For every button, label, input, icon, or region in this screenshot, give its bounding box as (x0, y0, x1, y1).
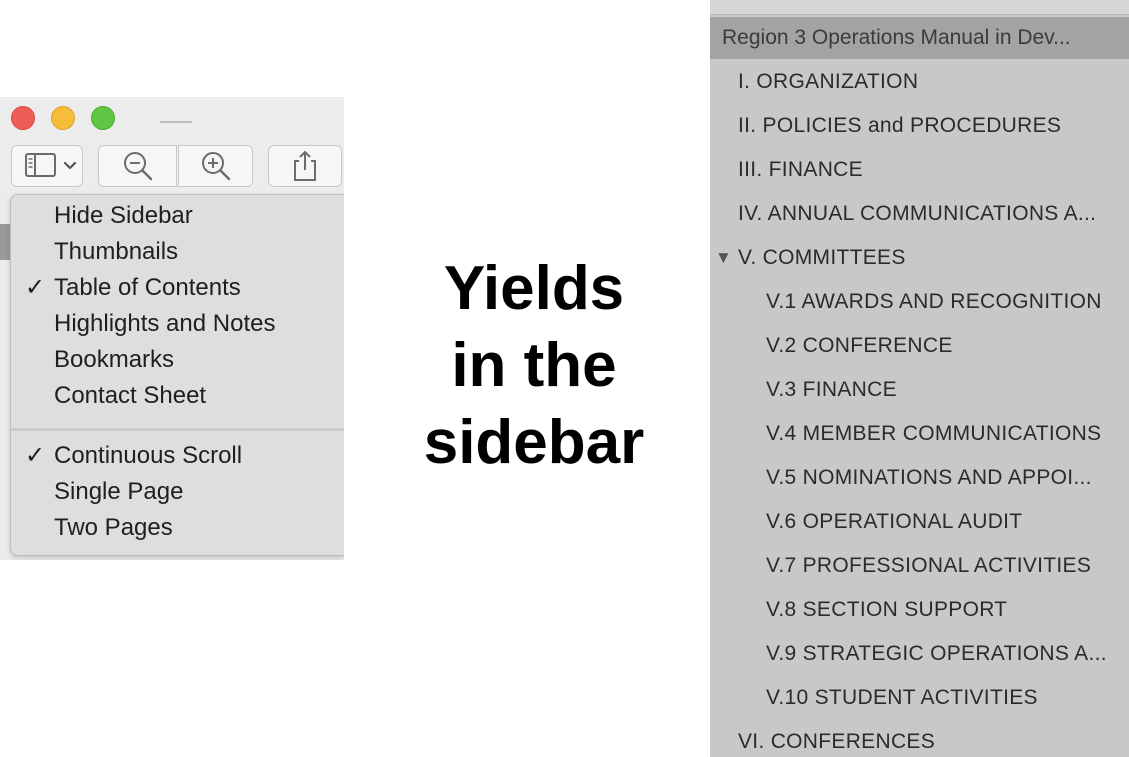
toc-item-finance[interactable]: III. FINANCE (710, 148, 1129, 192)
toc-item-strategic-operations[interactable]: V.9 STRATEGIC OPERATIONS A... (710, 632, 1129, 676)
menu-item-bookmarks[interactable]: Bookmarks (11, 342, 344, 378)
menu-item-single-page[interactable]: Single Page (11, 474, 344, 510)
caption-line: Yields (443, 254, 625, 323)
close-window-button[interactable] (11, 106, 35, 130)
toc-sidebar: Region 3 Operations Manual in Dev... I. … (710, 0, 1129, 757)
sidebar-top-edge (710, 0, 1129, 15)
caption-line: in the (451, 331, 617, 400)
toc-item-policies[interactable]: II. POLICIES and PROCEDURES (710, 104, 1129, 148)
toc-document-title[interactable]: Region 3 Operations Manual in Dev... (710, 17, 1129, 59)
menu-item-highlights-and-notes[interactable]: Highlights and Notes (11, 306, 344, 342)
menu-item-hide-sidebar[interactable]: Hide Sidebar (11, 198, 344, 234)
disclosure-triangle-icon[interactable]: ▼ (715, 236, 732, 280)
menu-separator (11, 428, 344, 431)
toc-item-nominations[interactable]: V.5 NOMINATIONS AND APPOI... (710, 456, 1129, 500)
toc-item-awards[interactable]: V.1 AWARDS AND RECOGNITION (710, 280, 1129, 324)
menu-item-two-pages[interactable]: Two Pages (11, 510, 344, 546)
sidebar-menu-button[interactable] (11, 145, 83, 187)
zoom-in-icon (199, 149, 233, 183)
chevron-down-icon (62, 160, 78, 172)
preview-window: Hide Sidebar Thumbnails ✓ Table of Conte… (0, 97, 344, 560)
toc-item-member-communications[interactable]: V.4 MEMBER COMMUNICATIONS (710, 412, 1129, 456)
sidebar-view-menu: Hide Sidebar Thumbnails ✓ Table of Conte… (10, 194, 344, 556)
share-button[interactable] (268, 145, 342, 187)
toc-item-operational-audit[interactable]: V.6 OPERATIONAL AUDIT (710, 500, 1129, 544)
toc-item-committee-finance[interactable]: V.3 FINANCE (710, 368, 1129, 412)
menu-item-table-of-contents[interactable]: ✓ Table of Contents (11, 270, 344, 306)
minimize-window-button[interactable] (51, 106, 75, 130)
menu-item-continuous-scroll[interactable]: ✓ Continuous Scroll (11, 438, 344, 474)
zoom-out-icon (121, 149, 155, 183)
menu-item-contact-sheet[interactable]: Contact Sheet (11, 378, 344, 414)
toc-item-conference[interactable]: V.2 CONFERENCE (710, 324, 1129, 368)
caption-line: sidebar (423, 408, 645, 477)
share-icon (290, 149, 320, 183)
toc-item-conferences[interactable]: VI. CONFERENCES (710, 720, 1129, 757)
toc-item-section-support[interactable]: V.8 SECTION SUPPORT (710, 588, 1129, 632)
caption-text: Yields in the sidebar (404, 250, 664, 481)
menu-item-thumbnails[interactable]: Thumbnails (11, 234, 344, 270)
checkmark-icon: ✓ (24, 442, 46, 469)
checkmark-icon: ✓ (24, 274, 46, 301)
toc-item-annual-communications[interactable]: IV. ANNUAL COMMUNICATIONS A... (710, 192, 1129, 236)
toc-item-committees[interactable]: ▼ V. COMMITTEES (710, 236, 1129, 280)
zoom-out-button[interactable] (98, 145, 177, 187)
zoom-window-button[interactable] (91, 106, 115, 130)
toc-item-student-activities[interactable]: V.10 STUDENT ACTIVITIES (710, 676, 1129, 720)
toc-item-organization[interactable]: I. ORGANIZATION (710, 60, 1129, 104)
window-title (160, 121, 192, 123)
zoom-in-button[interactable] (178, 145, 253, 187)
toc-item-professional-activities[interactable]: V.7 PROFESSIONAL ACTIVITIES (710, 544, 1129, 588)
sidebar-icon (16, 152, 68, 180)
